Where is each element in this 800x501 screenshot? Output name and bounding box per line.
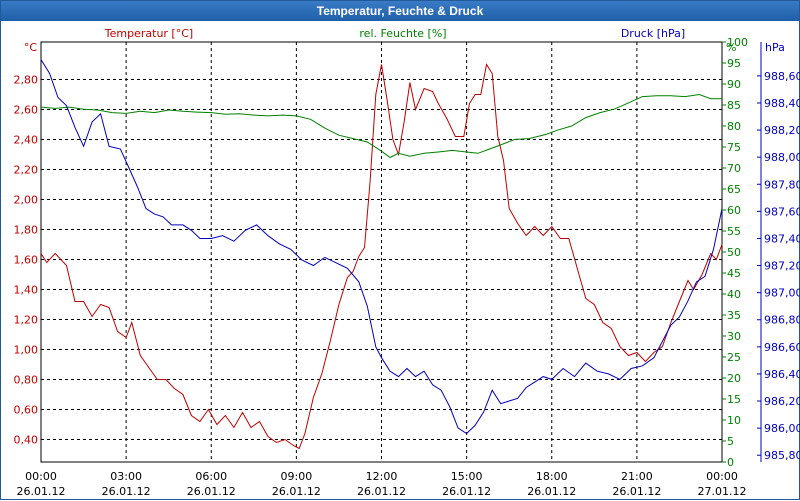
x-tick-date-label: 26.01.12 (272, 485, 321, 498)
temperature-tick-label: 1,00 (14, 344, 39, 357)
pressure-tick-label: 987,40 (764, 232, 800, 245)
chart-window: Temperatur, Feuchte & Druck 00:0026.01.1… (0, 0, 800, 500)
x-tick-time-label: 00:00 (706, 470, 738, 483)
humidity-tick-label: 95 (727, 57, 741, 70)
temperature-tick-label: 2,40 (14, 134, 39, 147)
temperature-tick-label: 2,00 (14, 194, 39, 207)
humidity-tick-label: 90 (727, 78, 741, 91)
humidity-tick-label: 50 (727, 246, 741, 259)
temperature-tick-label: 0,40 (14, 434, 39, 447)
humidity-tick-label: 30 (727, 330, 741, 343)
pressure-tick-label: 986,20 (764, 395, 800, 408)
pressure-tick-label: 985,80 (764, 449, 800, 462)
humidity-tick-label: 10 (727, 414, 741, 427)
temperature-unit: °C (24, 41, 38, 54)
humidity-tick-label: 65 (727, 183, 741, 196)
pressure-axis-label: Druck [hPa] (621, 27, 685, 40)
temperature-tick-label: 0,60 (14, 404, 39, 417)
chart-svg: 00:00 26.01.12 03:00 26.01.12 06:00 26.01.12 0… (1, 1, 800, 501)
humidity-tick-label: 40 (727, 288, 741, 301)
humidity-tick-label: 75 (727, 141, 741, 154)
temperature-tick-label: 0,80 (14, 374, 39, 387)
humidity-tick-label: 20 (727, 372, 741, 385)
x-tick-time-label: 09:00 (281, 470, 313, 483)
pressure-tick-label: 986,80 (764, 314, 800, 327)
x-tick-date-label: 26.01.12 (187, 485, 236, 498)
humidity-tick-label: 80 (727, 120, 741, 133)
x-tick-date-label: 26.01.12 (357, 485, 406, 498)
humidity-tick-label: 55 (727, 225, 741, 238)
humidity-tick-label: 70 (727, 162, 741, 175)
pressure-tick-label: 987,00 (764, 287, 800, 300)
x-tick-time-label: 00:00 (25, 470, 57, 483)
x-tick-time-label: 12:00 (366, 470, 398, 483)
x-tick-date-label: 26.01.12 (612, 485, 661, 498)
x-tick-time-label: 21:00 (621, 470, 653, 483)
x-tick-date-label: 26.01.12 (102, 485, 151, 498)
temperature-tick-label: 2,60 (14, 104, 39, 117)
x-tick-date-label: 26.01.12 (527, 485, 576, 498)
x-tick-time-label: 06:00 (195, 470, 227, 483)
x-tick-date-label: 27.01.12 (698, 485, 747, 498)
humidity-tick-label: 45 (727, 267, 741, 280)
humidity-tick-label: 35 (727, 309, 741, 322)
pressure-tick-label: 988,40 (764, 97, 800, 110)
x-tick-time-label: 15:00 (451, 470, 483, 483)
pressure-tick-label: 988,60 (764, 70, 800, 83)
pressure-tick-label: 986,40 (764, 368, 800, 381)
temperature-tick-label: 1,40 (14, 284, 39, 297)
temperature-tick-label: 2,80 (14, 74, 39, 87)
pressure-tick-label: 987,80 (764, 178, 800, 191)
temperature-tick-label: 1,80 (14, 224, 39, 237)
temperature-tick-label: 2,20 (14, 164, 39, 177)
pressure-tick-label: 987,60 (764, 205, 800, 218)
humidity-tick-label: 5 (727, 435, 734, 448)
humidity-tick-label: 85 (727, 99, 741, 112)
pressure-unit: hPa (765, 41, 785, 54)
temperature-tick-label: 1,20 (14, 314, 39, 327)
x-tick-time-label: 18:00 (536, 470, 568, 483)
humidity-axis-label: rel. Feuchte [%] (359, 27, 446, 40)
pressure-tick-label: 986,60 (764, 341, 800, 354)
humidity-tick-label: 60 (727, 204, 741, 217)
pressure-tick-label: 986,00 (764, 422, 800, 435)
temperature-tick-label: 1,60 (14, 254, 39, 267)
temperature-axis-label: Temperatur [°C] (104, 27, 193, 40)
humidity-tick-label: 15 (727, 393, 741, 406)
x-tick-date-label: 26.01.12 (442, 485, 491, 498)
humidity-unit: % (726, 41, 736, 54)
humidity-tick-label: 25 (727, 351, 741, 364)
x-tick-date-label: 26.01.12 (17, 485, 66, 498)
pressure-tick-label: 987,20 (764, 260, 800, 273)
x-tick-time-label: 03:00 (110, 470, 142, 483)
pressure-tick-label: 988,00 (764, 151, 800, 164)
humidity-tick-label: 0 (727, 456, 734, 469)
pressure-tick-label: 988,20 (764, 124, 800, 137)
